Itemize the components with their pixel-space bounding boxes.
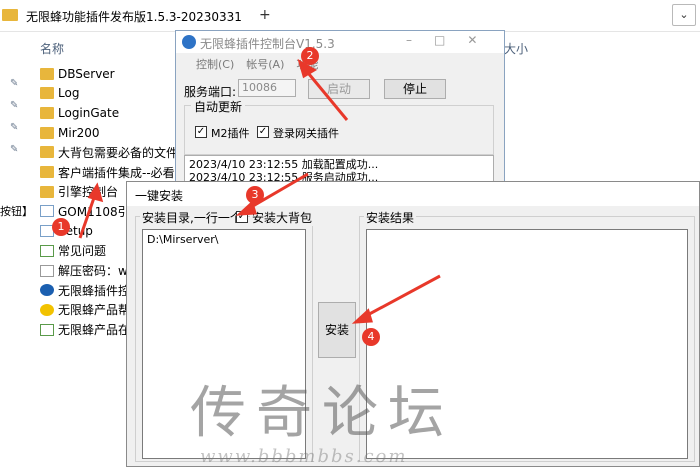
exe-file-icon — [40, 205, 54, 218]
column-header-size[interactable]: 大小 — [504, 40, 528, 57]
install-dialog-title: 一键安装 — [135, 189, 184, 203]
gate-plugin-label: 登录网关插件 — [273, 127, 339, 140]
big-bag-label: 安装大背包 — [250, 209, 315, 226]
help-file-icon — [40, 303, 54, 316]
file-name: 无限蜂产品在 — [58, 323, 131, 338]
folder-file-icon — [40, 146, 54, 159]
file-row[interactable]: 解压密码：ww — [40, 261, 138, 280]
pin-icon: ✎ — [10, 100, 19, 111]
file-row[interactable]: 无限蜂产品帮 — [40, 300, 130, 319]
file-row[interactable]: 无限蜂产品在 — [40, 320, 130, 339]
file-name: 无限蜂产品帮 — [58, 303, 131, 318]
app-icon — [182, 35, 196, 49]
file-row[interactable]: Log — [40, 84, 79, 103]
file-name: 大背包需要必备的文件 — [58, 145, 179, 160]
annotation-badge-3: 3 — [246, 186, 264, 204]
file-name: GOM1108引 — [58, 204, 130, 219]
window-control-button[interactable]: ⌄ — [672, 4, 696, 26]
new-tab-button[interactable]: + — [259, 7, 271, 23]
file-name: 引擎控制台 — [58, 185, 119, 200]
annotation-badge-1: 1 — [52, 218, 70, 236]
install-dialog-title-bar: 一键安装 — [127, 182, 699, 206]
annotation-badge-4: 4 — [362, 328, 380, 346]
file-row[interactable]: 引擎控制台 — [40, 182, 118, 201]
doc-file-icon — [40, 244, 54, 257]
console-title-bar: 无限蜂插件控制台V1.5.3 –□✕ — [176, 31, 504, 53]
folder-file-icon — [40, 126, 54, 139]
column-header-name[interactable]: 名称 — [40, 40, 64, 57]
folder-file-icon — [40, 166, 54, 178]
gate-plugin-checkbox[interactable]: ✓ — [257, 126, 269, 138]
window-buttons[interactable]: –□✕ — [406, 33, 499, 47]
file-name: LoginGate — [58, 105, 120, 120]
stop-button[interactable]: 停止 — [384, 79, 446, 99]
install-dir-label: 安装目录,一行一个 — [140, 209, 244, 226]
auto-update-group: 自动更新 ✓ M2插件 ✓ 登录网关插件 — [184, 98, 494, 155]
doc-file-icon — [40, 323, 54, 336]
big-bag-checkbox[interactable]: ✓ — [236, 211, 248, 223]
file-row[interactable]: 无限蜂插件控 — [40, 281, 130, 300]
start-button[interactable]: 启动 — [308, 79, 370, 99]
folder-file-icon — [40, 87, 54, 100]
log-line: 2023/4/10 23:12:55 加载配置成功... — [189, 158, 379, 171]
m2-plugin-label: M2插件 — [211, 127, 250, 140]
install-dir-line: D:\Mirserver\ — [147, 233, 219, 246]
file-row[interactable]: DBServer — [40, 64, 115, 83]
console-window: 无限蜂插件控制台V1.5.3 –□✕ 控制(C) 帐号(A) 功能 服务端口: … — [175, 30, 505, 195]
install-result-label: 安装结果 — [364, 209, 417, 226]
file-name: 无限蜂插件控 — [58, 283, 131, 298]
m2-plugin-checkbox[interactable]: ✓ — [195, 126, 207, 138]
auto-update-label: 自动更新 — [191, 98, 246, 115]
folder-file-icon — [40, 67, 54, 80]
app-file-icon — [40, 284, 54, 297]
console-menu-bar: 控制(C) 帐号(A) 功能 — [196, 56, 318, 72]
file-row[interactable]: 大背包需要必备的文件 — [40, 143, 178, 162]
pin-icon: ✎ — [10, 122, 19, 133]
file-row[interactable]: 客户端插件集成--必看 — [40, 163, 175, 182]
file-name: 客户端插件集成--必看 — [58, 165, 175, 180]
explorer-tab-title[interactable]: 无限蜂功能插件发布版1.5.3-20230331 — [26, 8, 242, 25]
explorer-title-bar: 无限蜂功能插件发布版1.5.3-20230331 + ⌄ — [0, 0, 700, 32]
file-name: DBServer — [58, 66, 115, 81]
install-button[interactable]: 安装 — [318, 302, 356, 358]
file-row[interactable]: Mir200 — [40, 123, 100, 142]
file-name: 常见问题 — [58, 244, 107, 259]
pin-icon: ✎ — [10, 78, 19, 89]
folder-icon — [2, 9, 18, 21]
watermark-url: www.bbbmbbs.com — [200, 446, 408, 467]
annotation-badge-2: 2 — [301, 47, 319, 65]
file-row[interactable]: LoginGate — [40, 103, 119, 122]
txt-file-icon — [40, 264, 54, 277]
pin-icon: ✎ — [10, 144, 19, 155]
nav-item-label[interactable]: 按钮】 — [0, 203, 33, 219]
menu-account[interactable]: 帐号(A) — [246, 56, 284, 72]
file-name: Log — [58, 86, 80, 101]
folder-file-icon — [40, 106, 54, 119]
file-row[interactable]: GOM1108引 — [40, 202, 130, 221]
file-name: Mir200 — [58, 125, 100, 140]
watermark-text: 传奇论坛 — [190, 381, 454, 446]
file-row[interactable]: 常见问题 — [40, 241, 106, 260]
menu-control[interactable]: 控制(C) — [196, 56, 234, 72]
folder-file-icon — [40, 185, 54, 198]
port-input[interactable]: 10086 — [238, 79, 296, 97]
